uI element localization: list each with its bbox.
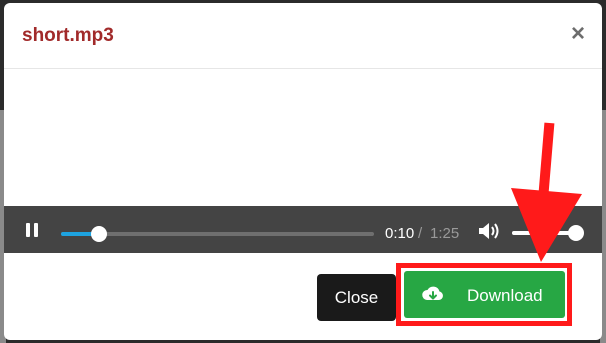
seek-bar[interactable] bbox=[61, 226, 374, 242]
seek-thumb[interactable] bbox=[90, 226, 107, 242]
total-time: 1:25 bbox=[430, 225, 460, 242]
close-icon[interactable]: × bbox=[568, 22, 588, 46]
pause-icon[interactable] bbox=[23, 221, 41, 239]
modal-header: short.mp3 × bbox=[4, 3, 602, 69]
volume-icon[interactable] bbox=[478, 221, 500, 241]
volume-level bbox=[512, 231, 576, 235]
volume-slider[interactable] bbox=[512, 225, 584, 241]
close-button[interactable]: Close bbox=[317, 274, 396, 321]
cloud-download-icon bbox=[422, 286, 443, 300]
download-label: Download bbox=[467, 286, 543, 305]
download-button[interactable]: Download bbox=[404, 271, 565, 318]
volume-thumb[interactable] bbox=[568, 225, 584, 241]
time-separator: / bbox=[418, 225, 423, 242]
modal-title: short.mp3 bbox=[22, 25, 114, 46]
current-time: 0:10 bbox=[385, 225, 415, 242]
audio-player: 0:10 / 1:25 bbox=[4, 206, 602, 253]
